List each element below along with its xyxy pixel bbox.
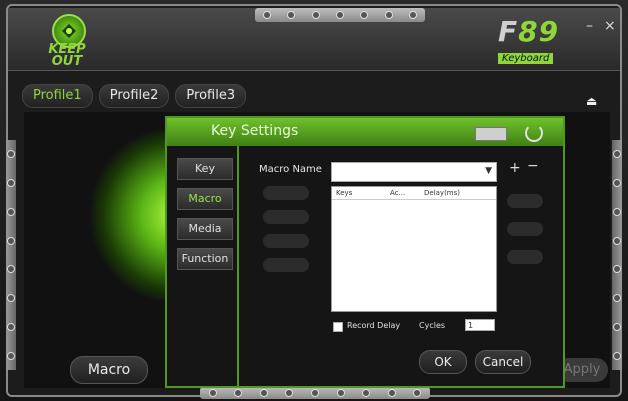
bolt-icon <box>311 11 320 19</box>
brand-logo: KEEP OUT <box>40 14 94 70</box>
bolt-icon <box>285 389 294 397</box>
top-bolt-strip <box>255 8 425 22</box>
key-settings-dialog: Key Settings Key Macro Media Function Ma… <box>165 116 565 388</box>
bolt-icon <box>335 11 344 19</box>
disabled-action-button <box>263 258 309 272</box>
product-number: 89 <box>518 15 560 48</box>
left-rail <box>6 140 16 370</box>
column-header-delay: Delay(ms) <box>424 189 461 197</box>
eject-icon[interactable]: ⏏ <box>586 94 597 108</box>
bolt-icon <box>613 150 621 159</box>
dialog-title: Key Settings <box>211 123 299 139</box>
bolt-icon <box>263 11 272 19</box>
side-item-function[interactable]: Function <box>177 248 233 270</box>
column-header-keys: Keys <box>336 189 353 197</box>
minimize-button[interactable]: – <box>586 18 593 34</box>
bolt-icon <box>208 389 217 397</box>
product-name: F89 <box>498 18 578 46</box>
close-button[interactable]: × <box>604 18 616 34</box>
bolt-icon <box>7 179 15 188</box>
side-item-key[interactable]: Key <box>177 158 233 180</box>
bolt-icon <box>413 389 422 397</box>
disabled-action-button <box>507 194 543 208</box>
bolt-icon <box>613 207 621 216</box>
dialog-divider <box>237 146 239 386</box>
bolt-icon <box>7 150 15 159</box>
tab-profile1[interactable]: Profile1 <box>22 84 93 108</box>
side-item-media[interactable]: Media <box>177 218 233 240</box>
ok-button[interactable]: OK <box>419 350 467 374</box>
macro-name-label: Macro Name <box>259 164 322 175</box>
bolt-icon <box>7 322 15 331</box>
bolt-icon <box>287 11 296 19</box>
bolt-icon <box>336 389 345 397</box>
chevron-down-icon: ▼ <box>485 166 492 176</box>
bottom-bolt-strip <box>200 387 430 399</box>
disabled-action-button <box>507 250 543 264</box>
bolt-icon <box>234 389 243 397</box>
logo-text: KEEP OUT <box>48 42 86 69</box>
dialog-side-menu: Key Macro Media Function <box>177 158 239 278</box>
dialog-title-bar[interactable]: Key Settings <box>167 118 563 146</box>
bolt-icon <box>7 236 15 245</box>
product-subtitle: Keyboard <box>498 53 554 64</box>
bolt-icon <box>7 207 15 216</box>
bolt-icon <box>360 11 369 19</box>
side-item-macro[interactable]: Macro <box>177 188 233 210</box>
bolt-icon <box>387 389 396 397</box>
bolt-icon <box>7 351 15 360</box>
cancel-button[interactable]: Cancel <box>475 350 531 374</box>
bolt-icon <box>613 179 621 188</box>
disabled-action-button <box>263 186 309 200</box>
bolt-icon <box>613 236 621 245</box>
add-macro-button[interactable]: + <box>509 160 521 176</box>
header-divider <box>332 199 496 200</box>
bolt-icon <box>362 389 371 397</box>
bolt-icon <box>7 294 15 303</box>
product-badge: F89 Keyboard <box>498 18 578 64</box>
bolt-icon <box>408 11 417 19</box>
keyboard-icon[interactable] <box>475 127 507 141</box>
tab-profile3[interactable]: Profile3 <box>175 84 247 108</box>
bolt-icon <box>613 351 621 360</box>
bolt-icon <box>310 389 319 397</box>
macro-button[interactable]: Macro <box>70 356 148 384</box>
tab-profile2[interactable]: Profile2 <box>98 84 170 108</box>
bolt-icon <box>7 265 15 274</box>
bolt-icon <box>613 294 621 303</box>
macro-events-table[interactable]: Keys Ac... Delay(ms) <box>331 186 497 312</box>
app-window: KEEP OUT F89 Keyboard – × Profile1 Profi… <box>0 0 628 401</box>
right-rail <box>612 140 622 370</box>
record-delay-label: Record Delay <box>347 321 401 330</box>
record-delay-checkbox[interactable] <box>333 322 343 332</box>
cycles-input[interactable]: 1 <box>465 319 495 331</box>
bolt-icon <box>259 389 268 397</box>
disabled-action-button <box>263 210 309 224</box>
column-header-action: Ac... <box>390 189 406 197</box>
bolt-icon <box>384 11 393 19</box>
bolt-icon <box>613 265 621 274</box>
disabled-action-button <box>507 222 543 236</box>
refresh-icon[interactable] <box>525 124 543 142</box>
cycles-label: Cycles <box>419 321 446 330</box>
profile-tabs: Profile1 Profile2 Profile3 <box>22 84 247 108</box>
product-prefix: F <box>498 15 519 48</box>
macro-name-select[interactable]: ▼ <box>331 162 497 182</box>
bolt-icon <box>613 322 621 331</box>
disabled-action-button <box>263 234 309 248</box>
remove-macro-button[interactable]: − <box>527 158 539 174</box>
